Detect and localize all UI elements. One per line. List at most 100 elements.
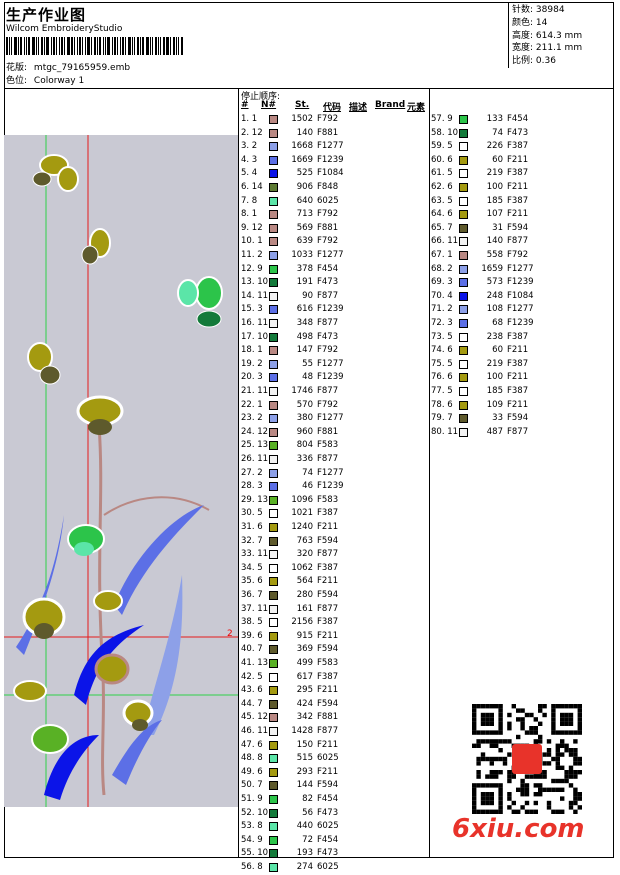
colorway-value: Colorway 1 (33, 76, 85, 86)
table-row: 2. 12 140 F881 (241, 127, 429, 141)
table-row: 52. 10 56 F473 (241, 807, 429, 821)
row-code: F1084 (507, 290, 534, 301)
color-swatch (269, 427, 278, 437)
row-stitches: 960 (296, 426, 313, 437)
row-stitches: 573 (486, 277, 503, 288)
row-stitches: 48 (302, 372, 313, 383)
row-stitches: 219 (486, 168, 503, 179)
pattern-label: 花版: (6, 63, 28, 73)
color-swatch (269, 237, 278, 247)
color-swatch (269, 727, 278, 736)
color-swatch (269, 115, 278, 124)
color-swatch (459, 251, 468, 260)
color-swatch (459, 414, 468, 424)
table-row: 59. 5 226 F387 (431, 140, 619, 154)
color-swatch (269, 509, 278, 519)
row-stitches: 342 (296, 712, 313, 723)
table-row: 74. 6 60 F211 (431, 344, 619, 358)
color-swatch (269, 808, 278, 818)
stat-stitches: 针数: 38984 (512, 5, 565, 15)
color-swatch (269, 155, 278, 165)
row-index: 69. 3 (431, 277, 453, 288)
row-code: F594 (507, 413, 529, 424)
row-code: F877 (317, 454, 339, 464)
row-code: 6025 (317, 753, 339, 764)
row-code: F211 (317, 766, 339, 777)
row-stitches: 185 (486, 386, 503, 396)
row-code: F211 (317, 685, 339, 696)
row-index: 49. 6 (241, 766, 263, 777)
barcode-bar (79, 37, 81, 55)
table-row: 9. 12 569 F881 (241, 222, 429, 236)
header-needle: N# (261, 100, 277, 110)
row-index: 9. 12 (241, 222, 263, 233)
barcode-bar (178, 37, 179, 55)
row-stitches: 100 (486, 372, 503, 383)
row-code: F877 (317, 318, 339, 328)
row-index: 52. 10 (241, 807, 269, 818)
barcode-bar (146, 37, 149, 55)
row-index: 59. 5 (431, 141, 453, 152)
table-row: 54. 9 72 F454 (241, 834, 429, 848)
row-index: 11. 2 (241, 250, 263, 260)
row-stitches: 639 (296, 236, 313, 247)
table-row: 42. 5 617 F387 (241, 671, 429, 685)
row-stitches: 1021 (291, 508, 313, 519)
row-code: F387 (317, 508, 339, 519)
barcode-bar (114, 37, 116, 55)
color-swatch (269, 713, 278, 723)
table-row: 20. 3 48 F1239 (241, 371, 429, 385)
row-stitches: 150 (296, 739, 313, 750)
row-code: F473 (317, 807, 339, 818)
stat-width: 宽度: 211.1 mm (512, 43, 583, 54)
row-code: F881 (317, 712, 339, 723)
color-swatch (269, 128, 278, 138)
barcode-bar (163, 37, 165, 55)
row-stitches: 487 (486, 426, 503, 437)
table-row: 50. 7 144 F594 (241, 779, 429, 793)
row-index: 29. 13 (241, 494, 269, 505)
row-code: F792 (317, 345, 339, 356)
row-code: F1277 (317, 467, 344, 478)
row-index: 70. 4 (431, 290, 453, 301)
row-code: F792 (317, 399, 339, 410)
barcode-bar (166, 37, 169, 55)
row-index: 34. 5 (241, 562, 263, 573)
row-index: 22. 1 (241, 399, 263, 410)
row-stitches: 348 (296, 318, 313, 328)
table-row: 12. 9 378 F454 (241, 263, 429, 277)
row-stitches: 1746 (291, 386, 313, 396)
barcode-bar (51, 37, 52, 55)
row-code: F877 (507, 236, 529, 247)
color-swatch (459, 387, 468, 396)
table-row: 47. 6 150 F211 (241, 739, 429, 753)
barcode-bar (71, 37, 73, 55)
color-swatch (269, 223, 278, 233)
table-row: 51. 9 82 F454 (241, 793, 429, 807)
row-index: 77. 5 (431, 386, 453, 396)
row-index: 51. 9 (241, 794, 263, 804)
color-swatch (269, 291, 278, 301)
row-stitches: 144 (296, 780, 313, 791)
table-row: 65. 7 31 F594 (431, 222, 619, 236)
color-swatch (269, 359, 278, 369)
barcode-bar (87, 37, 90, 55)
row-stitches: 564 (296, 576, 313, 587)
row-stitches: 498 (296, 331, 313, 342)
row-stitches: 60 (492, 154, 503, 165)
barcode-bar (105, 37, 106, 55)
row-code: F454 (317, 834, 339, 845)
row-index: 73. 5 (431, 331, 453, 342)
row-stitches: 558 (486, 250, 503, 260)
row-index: 4. 3 (241, 154, 258, 165)
color-swatch (459, 319, 468, 328)
color-swatch (269, 387, 278, 396)
row-index: 68. 2 (431, 263, 453, 274)
pattern-line: 花版: mtgc_79165959.emb (6, 60, 130, 73)
row-stitches: 193 (296, 848, 313, 859)
color-swatch (269, 210, 278, 220)
row-stitches: 336 (296, 454, 313, 464)
barcode-bar (44, 37, 45, 55)
barcode-bar (46, 37, 49, 55)
table-row: 49. 6 293 F211 (241, 766, 429, 780)
